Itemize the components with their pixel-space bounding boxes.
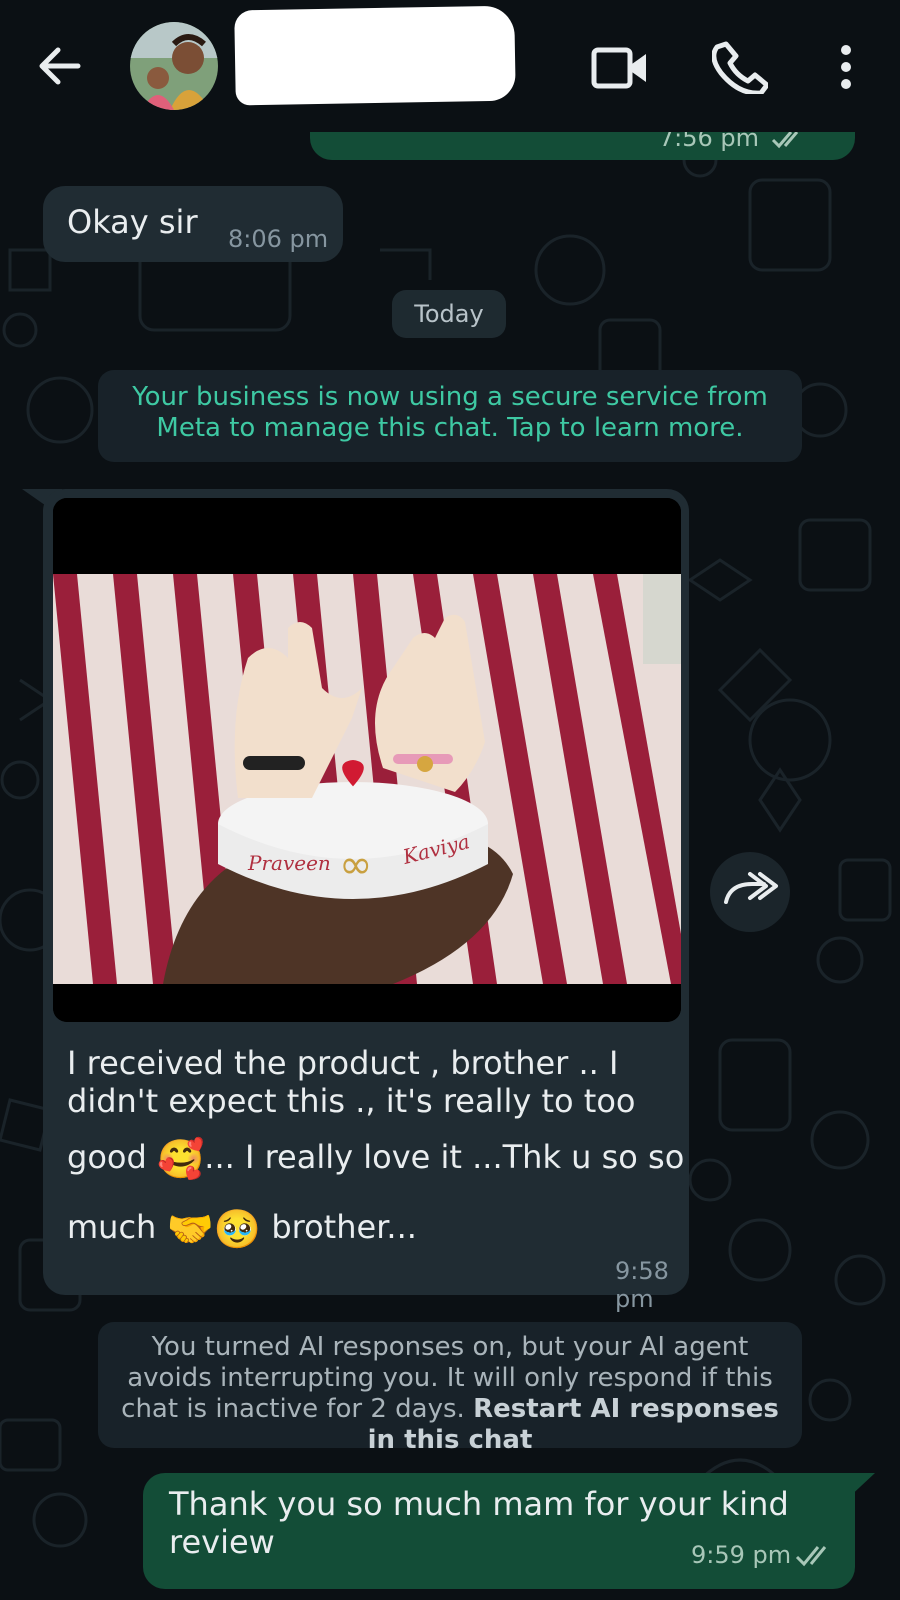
forward-button[interactable] (710, 852, 790, 932)
outgoing-reply-message[interactable]: Thank you so much mam for your kind revi… (143, 1473, 855, 1589)
review-line-2: didn't expect this ., it's really to too (67, 1082, 636, 1120)
contact-name-redacted[interactable] (234, 5, 516, 106)
incoming-message-okay[interactable]: Okay sir 8:06 pm (43, 186, 343, 262)
phone-icon[interactable] (712, 38, 768, 94)
product-photo[interactable]: Praveen ∞ Kaviya (53, 498, 681, 1022)
message-time: 9:59 pm (691, 1541, 792, 1569)
forward-icon (724, 872, 778, 904)
ai-notice-text-block: You turned AI responses on, but your AI … (118, 1332, 782, 1456)
avatar-image (130, 22, 218, 110)
incoming-review-message[interactable]: Praveen ∞ Kaviya I received the product … (43, 489, 689, 1313)
review-line-4-end: brother... (271, 1208, 417, 1246)
back-arrow-icon[interactable] (30, 36, 90, 96)
chat-header (0, 0, 900, 132)
secure-service-notice[interactable]: Your business is now using a secure serv… (98, 370, 802, 462)
video-call-icon[interactable] (590, 40, 650, 96)
date-chip: Today (392, 290, 506, 338)
message-time: 9:58 pm (615, 1257, 669, 1313)
smiling-hearts-emoji: 🥰 (156, 1137, 205, 1181)
photo-name-left: Praveen (247, 851, 331, 875)
message-text: Okay sir (67, 203, 198, 241)
review-line-3-end: ... I really love it ...Thk u so so (204, 1138, 685, 1176)
holding-back-tears-emoji: 🥹 (213, 1207, 262, 1251)
ai-responses-notice[interactable]: You turned AI responses on, but your AI … (98, 1322, 802, 1455)
review-line-3: good 🥰... I really love it ...Thk u so s… (67, 1137, 684, 1181)
review-line-4-start: much (67, 1208, 157, 1246)
more-options-icon[interactable] (826, 40, 866, 96)
review-message-text: I received the product , brother .. I di… (67, 1044, 684, 1248)
chat-screen: 7:56 pm Okay sir 8:06 pm Today Your busi… (0, 0, 900, 1600)
secure-notice-text: Your business is now using a secure serv… (132, 382, 768, 443)
infinity-symbol: ∞ (339, 842, 372, 888)
review-line-3-start: good (67, 1138, 147, 1176)
review-line-4: much 🤝🥹 brother... (67, 1208, 677, 1248)
double-check-icon (795, 1546, 827, 1567)
message-time: 8:06 pm (228, 225, 329, 253)
handshake-emoji: 🤝 (166, 1207, 214, 1251)
photo-image: Praveen ∞ Kaviya (53, 498, 681, 1022)
review-line-1: I received the product , brother .. I (67, 1044, 619, 1082)
contact-avatar[interactable] (130, 22, 218, 110)
